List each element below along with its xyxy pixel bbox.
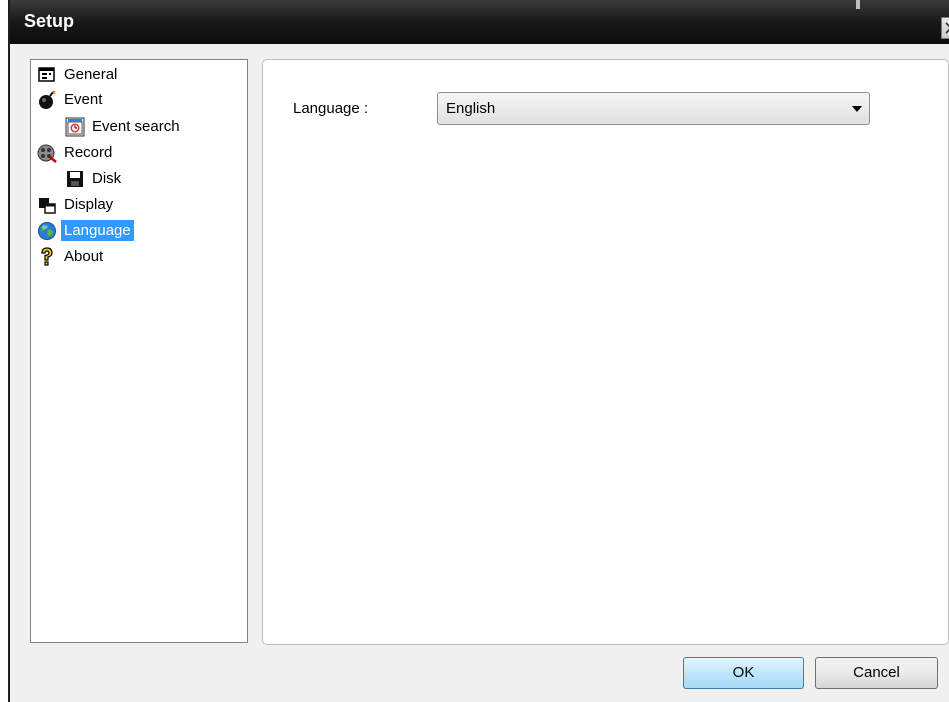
tree-item-label: About [64, 248, 104, 265]
globe-icon [37, 221, 57, 241]
close-icon [945, 22, 949, 34]
tree-item-label: Event search [92, 118, 180, 135]
ok-button[interactable]: OK [683, 657, 804, 689]
display-icon [37, 195, 57, 215]
tree-item-event[interactable]: Event [37, 88, 105, 111]
close-button[interactable] [941, 17, 949, 39]
tree-item-label: General [64, 66, 118, 83]
event-search-icon [65, 117, 85, 137]
disk-icon [65, 169, 85, 189]
settings-tree: General Event Event search Record Disk D… [30, 59, 248, 643]
tree-item-label: Display [64, 196, 114, 213]
tree-item-label: Record [64, 144, 113, 161]
tree-item-label: Language [61, 220, 134, 241]
question-icon [37, 246, 57, 267]
cancel-button[interactable]: Cancel [815, 657, 938, 689]
tree-item-label: Event [64, 91, 103, 108]
tree-item-disk[interactable]: Disk [65, 167, 124, 190]
title-bar[interactable]: Setup [10, 0, 949, 44]
language-dropdown-value: English [446, 100, 496, 117]
general-icon [37, 65, 57, 85]
event-bomb-icon [37, 89, 57, 110]
record-icon [37, 143, 57, 163]
tree-item-language[interactable]: Language [37, 219, 134, 242]
dialog-client-area: General Event Event search Record Disk D… [10, 44, 949, 702]
tree-item-label: Disk [92, 170, 122, 187]
tree-item-about[interactable]: About [37, 245, 106, 268]
language-dropdown[interactable]: English [437, 92, 870, 125]
tree-item-display[interactable]: Display [37, 193, 116, 216]
tree-item-event-search[interactable]: Event search [65, 115, 183, 138]
title-bar-notch [856, 0, 860, 9]
tree-item-record[interactable]: Record [37, 141, 115, 164]
tree-item-general[interactable]: General [37, 63, 120, 86]
language-label: Language : [293, 100, 369, 117]
chevron-down-icon [852, 106, 862, 112]
window-title: Setup [24, 11, 75, 31]
language-settings-panel: Language : English [262, 59, 949, 645]
